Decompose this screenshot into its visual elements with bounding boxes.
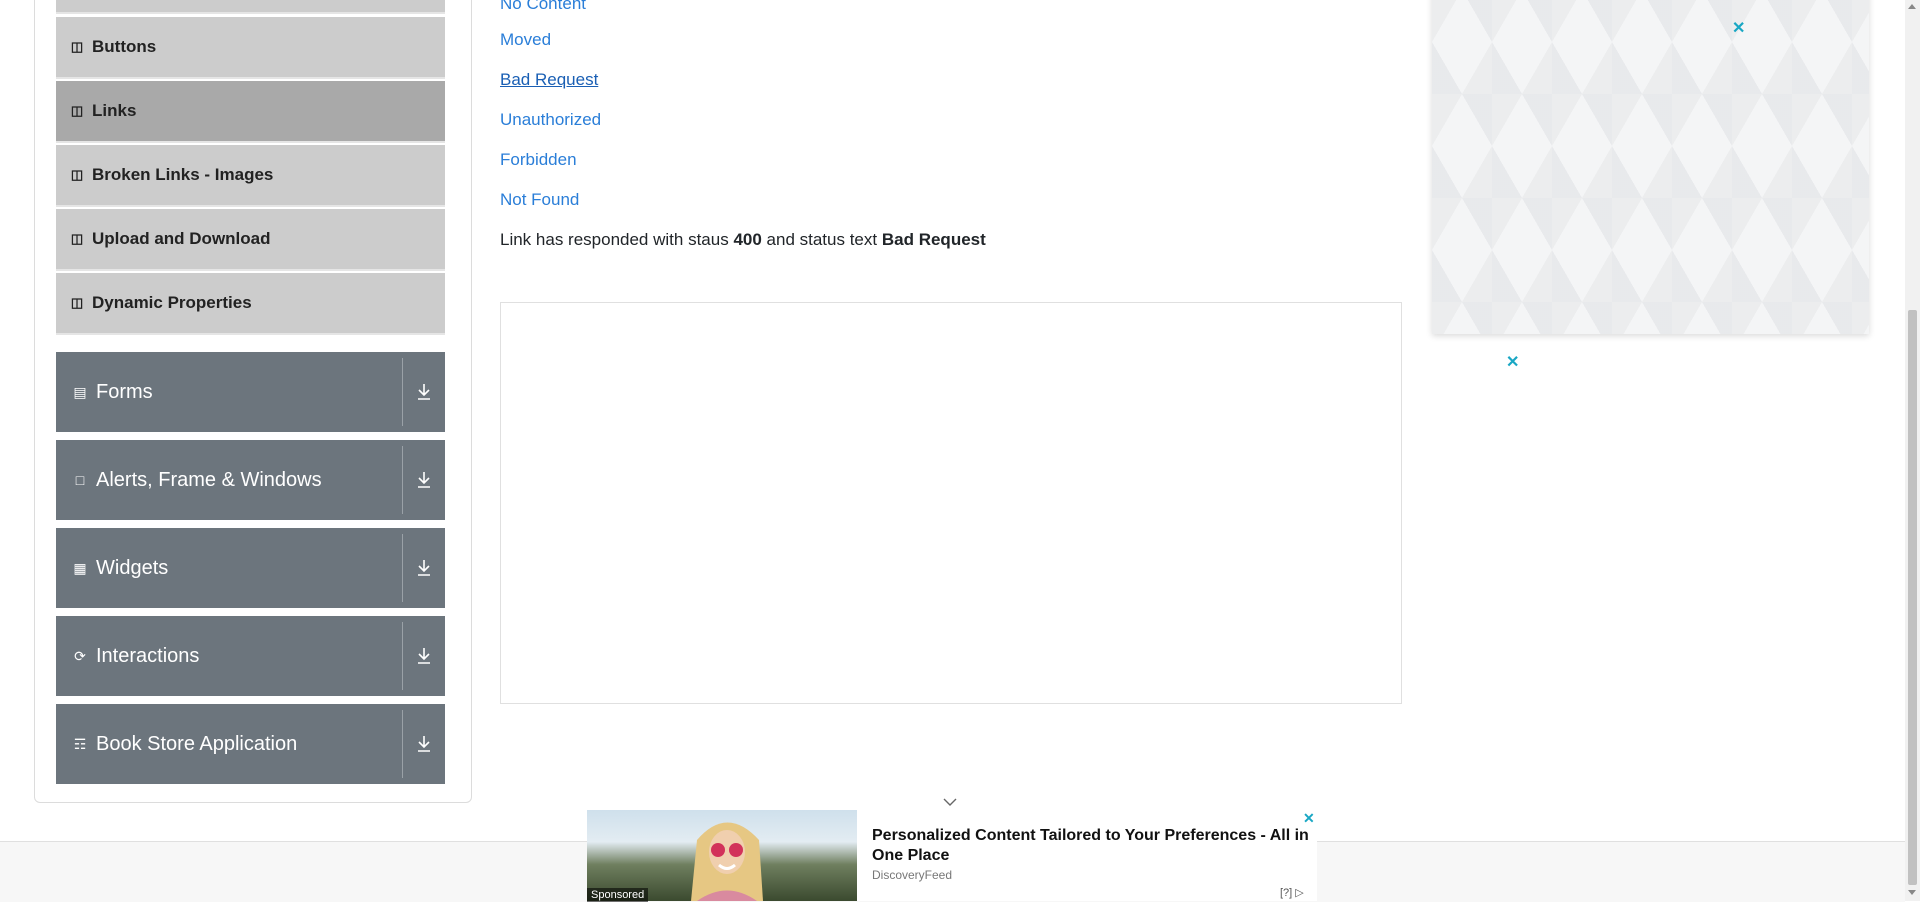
link-bad-request[interactable]: Bad Request xyxy=(500,70,598,90)
window-icon: □ xyxy=(75,472,85,488)
html5-icon: ◫ xyxy=(70,295,84,310)
adchoices-icon[interactable]: [?] ▷ xyxy=(1280,886,1304,899)
group-divider xyxy=(402,446,403,514)
scroll-down-icon[interactable] xyxy=(1908,890,1916,895)
link-forbidden[interactable]: Forbidden xyxy=(500,150,577,170)
book-icon: ☶ xyxy=(73,735,87,752)
link-response: Link has responded with staus 400 and st… xyxy=(500,230,986,250)
widgets-icon: ▦ xyxy=(73,559,87,576)
sidebar-item-label: Upload and Download xyxy=(92,229,271,248)
group-divider xyxy=(402,534,403,602)
download-icon[interactable] xyxy=(414,468,434,492)
group-label: Forms xyxy=(96,380,153,403)
sponsored-label: Sponsored xyxy=(587,888,649,902)
group-divider xyxy=(402,710,403,778)
group-divider xyxy=(402,622,403,690)
sidebar-item-buttons[interactable]: ◫ Buttons xyxy=(56,17,445,79)
response-middle: and status text xyxy=(766,230,878,249)
sidebar-group-book-store[interactable]: ☶ Book Store Application xyxy=(56,704,445,784)
sidebar-item-links[interactable]: ◫ Links xyxy=(56,81,445,143)
sidebar-item-label: Buttons xyxy=(92,37,157,56)
scroll-thumb[interactable] xyxy=(1908,310,1917,885)
html5-icon: ◫ xyxy=(70,103,84,118)
response-prefix: Link has responded with staus xyxy=(500,230,729,249)
sidebar-group-interactions[interactable]: ⟳ Interactions xyxy=(56,616,445,696)
scrollbar[interactable] xyxy=(1905,0,1920,901)
download-icon[interactable] xyxy=(414,644,434,668)
sidebar-item-upload-download[interactable]: ◫ Upload and Download xyxy=(56,209,445,271)
bottom-ad[interactable]: Sponsored Personalized Content Tailored … xyxy=(587,810,1317,902)
link-moved[interactable]: Moved xyxy=(500,30,551,50)
sidebar-item-dynamic-properties[interactable]: ◫ Dynamic Properties xyxy=(56,273,445,335)
group-divider xyxy=(402,358,403,426)
sidebar-item-broken-links[interactable]: ◫ Broken Links - Images xyxy=(56,145,445,207)
group-label: Alerts, Frame & Windows xyxy=(96,468,322,491)
html5-icon: ◫ xyxy=(70,231,84,246)
sidebar-group-widgets[interactable]: ▦ Widgets xyxy=(56,528,445,608)
html5-icon: ◫ xyxy=(70,167,84,182)
ad-frame xyxy=(500,302,1402,704)
close-icon[interactable]: ✕ xyxy=(1303,810,1315,827)
sidebar-item-text-box-partial[interactable] xyxy=(56,0,445,14)
sidebar-group-forms[interactable]: ▤ Forms xyxy=(56,352,445,432)
close-icon[interactable]: ✕ xyxy=(1732,18,1745,38)
response-status-text: Bad Request xyxy=(881,230,986,249)
sidebar-item-label: Broken Links - Images xyxy=(92,165,274,184)
close-icon[interactable]: ✕ xyxy=(1506,352,1519,372)
link-not-found[interactable]: Not Found xyxy=(500,190,579,210)
adchoices-label: [?] xyxy=(1280,887,1293,899)
group-label: Widgets xyxy=(96,556,169,579)
download-icon[interactable] xyxy=(414,380,434,404)
download-icon[interactable] xyxy=(414,732,434,756)
scroll-up-icon[interactable] xyxy=(1908,4,1916,9)
link-no-content[interactable]: No Content xyxy=(500,0,586,14)
group-label: Interactions xyxy=(96,644,200,667)
form-icon: ▤ xyxy=(73,383,87,400)
sidebar-group-alerts[interactable]: □ Alerts, Frame & Windows xyxy=(56,440,445,520)
ad-source: DiscoveryFeed xyxy=(872,868,953,882)
interactions-icon: ⟳ xyxy=(74,647,86,664)
ad-title[interactable]: Personalized Content Tailored to Your Pr… xyxy=(872,826,1312,866)
group-label: Book Store Application xyxy=(96,732,298,755)
html5-icon: ◫ xyxy=(70,39,84,54)
download-icon[interactable] xyxy=(414,556,434,580)
sidebar-item-label: Dynamic Properties xyxy=(92,293,252,312)
sidebar-item-label: Links xyxy=(92,101,137,120)
response-status-code: 400 xyxy=(733,230,762,249)
right-ad[interactable] xyxy=(1432,0,1869,334)
link-unauthorized[interactable]: Unauthorized xyxy=(500,110,601,130)
